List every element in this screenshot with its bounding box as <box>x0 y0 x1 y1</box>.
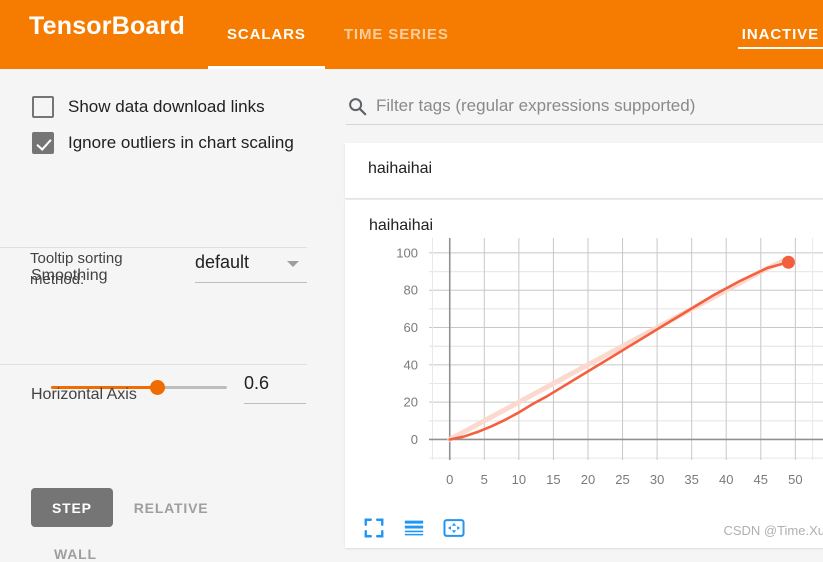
checkbox-unchecked-icon <box>32 96 54 118</box>
watermark: CSDN @Time.Xu <box>723 523 823 538</box>
slider-thumb[interactable] <box>150 380 165 395</box>
horizontal-axis-relative-button[interactable]: RELATIVE <box>113 488 230 527</box>
x-axis-tick-label: 20 <box>581 472 595 487</box>
chart-title: haihaihai <box>369 217 433 235</box>
x-axis-tick-label: 5 <box>481 472 488 487</box>
x-axis-tick-label: 25 <box>615 472 629 487</box>
x-axis-tick-label: 50 <box>788 472 802 487</box>
scalar-line-chart[interactable]: 0 20 40 60 80 100 0 5 10 15 20 25 30 35 40 45 50 <box>345 234 823 504</box>
y-axis-tick-label: 0 <box>411 432 418 447</box>
chart-series-raw <box>450 259 789 440</box>
select-underline <box>195 282 307 283</box>
x-axis-tick-label: 10 <box>512 472 526 487</box>
tag-filter-container[interactable]: Filter tags (regular expressions support… <box>346 87 823 125</box>
tooltip-sorting-value: default <box>195 252 307 282</box>
divider-top <box>0 247 307 248</box>
checkbox-checked-icon <box>32 132 54 154</box>
divider-bottom <box>0 364 307 365</box>
checkbox-ignore-outliers[interactable]: Ignore outliers in chart scaling <box>32 132 294 154</box>
app-header: TensorBoard SCALARS TIME SERIES INACTIVE <box>0 0 823 69</box>
x-axis-tick-label: 30 <box>650 472 664 487</box>
checkbox-ignore-outliers-label: Ignore outliers in chart scaling <box>68 133 294 153</box>
horizontal-axis-step-button[interactable]: STEP <box>31 488 113 527</box>
y-axis-tick-label: 40 <box>404 357 418 372</box>
checkbox-show-data-download-links-label: Show data download links <box>68 97 265 117</box>
app-brand: TensorBoard <box>29 12 185 41</box>
smoothing-title: Smoothing <box>31 267 108 285</box>
horizontal-axis-wall-button[interactable]: WALL <box>54 546 97 562</box>
x-axis-tick-label: 0 <box>446 472 453 487</box>
y-axis-tick-label: 80 <box>404 283 418 298</box>
checkbox-show-data-download-links[interactable]: Show data download links <box>32 96 265 118</box>
search-input[interactable]: Filter tags (regular expressions support… <box>376 96 695 116</box>
tag-group-header[interactable]: haihaihai <box>345 143 823 198</box>
x-axis-tick-label: 40 <box>719 472 733 487</box>
x-axis-tick-label: 45 <box>754 472 768 487</box>
tab-scalars-label: SCALARS <box>227 26 306 43</box>
tab-inactive[interactable]: INACTIVE <box>728 0 823 69</box>
main-panel: Filter tags (regular expressions support… <box>335 69 823 548</box>
tooltip-sorting-select[interactable]: default <box>195 252 307 283</box>
smoothing-value-input[interactable]: 0.6 <box>244 373 306 404</box>
settings-sidebar: Show data download links Ignore outliers… <box>0 69 335 548</box>
nav-tabs: SCALARS TIME SERIES <box>208 0 468 69</box>
smoothing-value: 0.6 <box>244 373 306 403</box>
pan-icon[interactable] <box>443 517 465 539</box>
tab-scalars[interactable]: SCALARS <box>208 0 325 69</box>
y-axis-tick-label: 20 <box>404 395 418 410</box>
y-axis-tick-label: 100 <box>396 245 418 260</box>
tab-time-series-label: TIME SERIES <box>344 26 449 43</box>
chart-endpoint-marker <box>782 256 795 269</box>
data-table-icon[interactable] <box>403 517 425 539</box>
horizontal-axis-toggle-group: STEP RELATIVE <box>31 488 229 527</box>
y-axis-tick-label: 60 <box>404 320 418 335</box>
tab-time-series[interactable]: TIME SERIES <box>325 0 468 69</box>
inactive-tab-container: INACTIVE <box>728 0 823 69</box>
tag-group-title: haihaihai <box>368 160 432 178</box>
fullscreen-icon[interactable] <box>363 517 385 539</box>
chart-toolbar <box>363 517 465 539</box>
x-axis-tick-label: 15 <box>546 472 560 487</box>
tab-inactive-label: INACTIVE <box>742 26 819 43</box>
scalar-chart-card: haihaihai 0 20 40 60 80 100 0 5 10 15 20 25 30 35 40 45… <box>345 200 823 548</box>
chevron-down-icon <box>287 261 299 267</box>
x-axis-tick-label: 35 <box>684 472 698 487</box>
horizontal-axis-title: Horizontal Axis <box>31 386 137 404</box>
search-icon <box>346 95 368 117</box>
smoothing-value-underline <box>244 403 306 404</box>
